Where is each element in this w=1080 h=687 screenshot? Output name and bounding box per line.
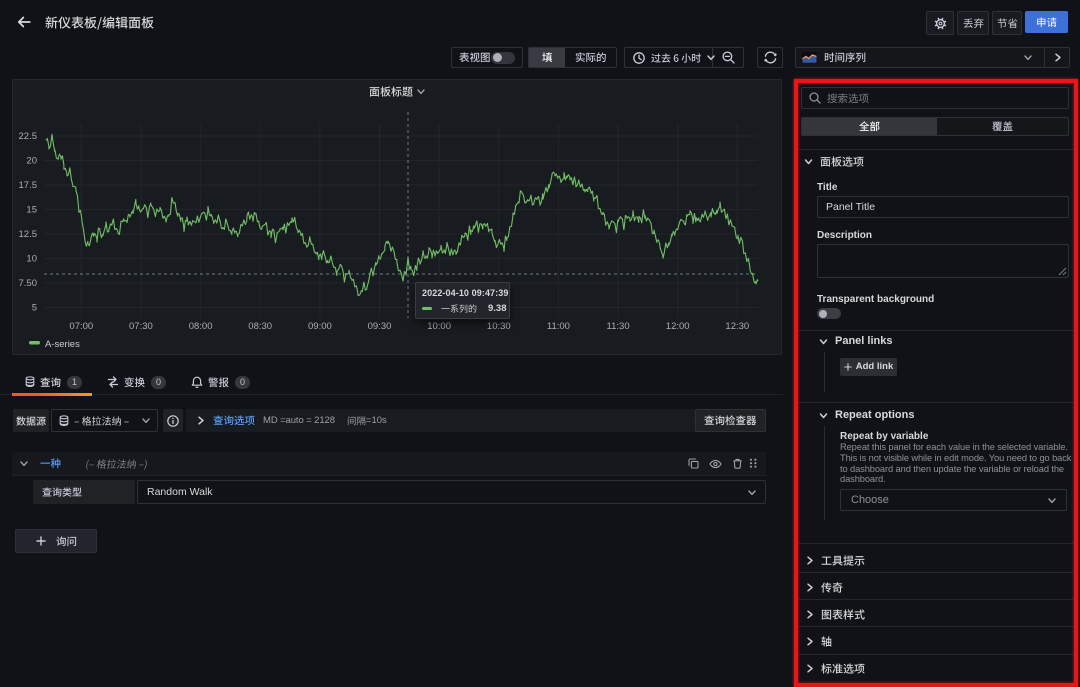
svg-text:12:00: 12:00 — [666, 321, 690, 332]
svg-text:10:30: 10:30 — [487, 321, 511, 332]
svg-text:08:30: 08:30 — [248, 321, 272, 332]
svg-text:08:00: 08:00 — [189, 321, 213, 332]
svg-text:09:30: 09:30 — [368, 321, 392, 332]
svg-text:10:00: 10:00 — [427, 321, 451, 332]
svg-text:15: 15 — [26, 205, 37, 216]
svg-text:11:30: 11:30 — [607, 321, 630, 332]
svg-text:7.50: 7.50 — [19, 278, 38, 289]
svg-text:5: 5 — [32, 303, 37, 314]
svg-text:22.5: 22.5 — [19, 131, 38, 142]
svg-text:07:00: 07:00 — [69, 321, 93, 332]
svg-text:20: 20 — [26, 156, 37, 167]
svg-text:07:30: 07:30 — [129, 321, 153, 332]
svg-text:A-series: A-series — [45, 339, 80, 350]
svg-text:12:30: 12:30 — [725, 321, 749, 332]
svg-text:10: 10 — [26, 254, 37, 265]
svg-text:12.5: 12.5 — [19, 229, 38, 240]
svg-text:09:00: 09:00 — [308, 321, 332, 332]
svg-text:11:00: 11:00 — [547, 321, 570, 332]
svg-text:17.5: 17.5 — [19, 180, 38, 191]
